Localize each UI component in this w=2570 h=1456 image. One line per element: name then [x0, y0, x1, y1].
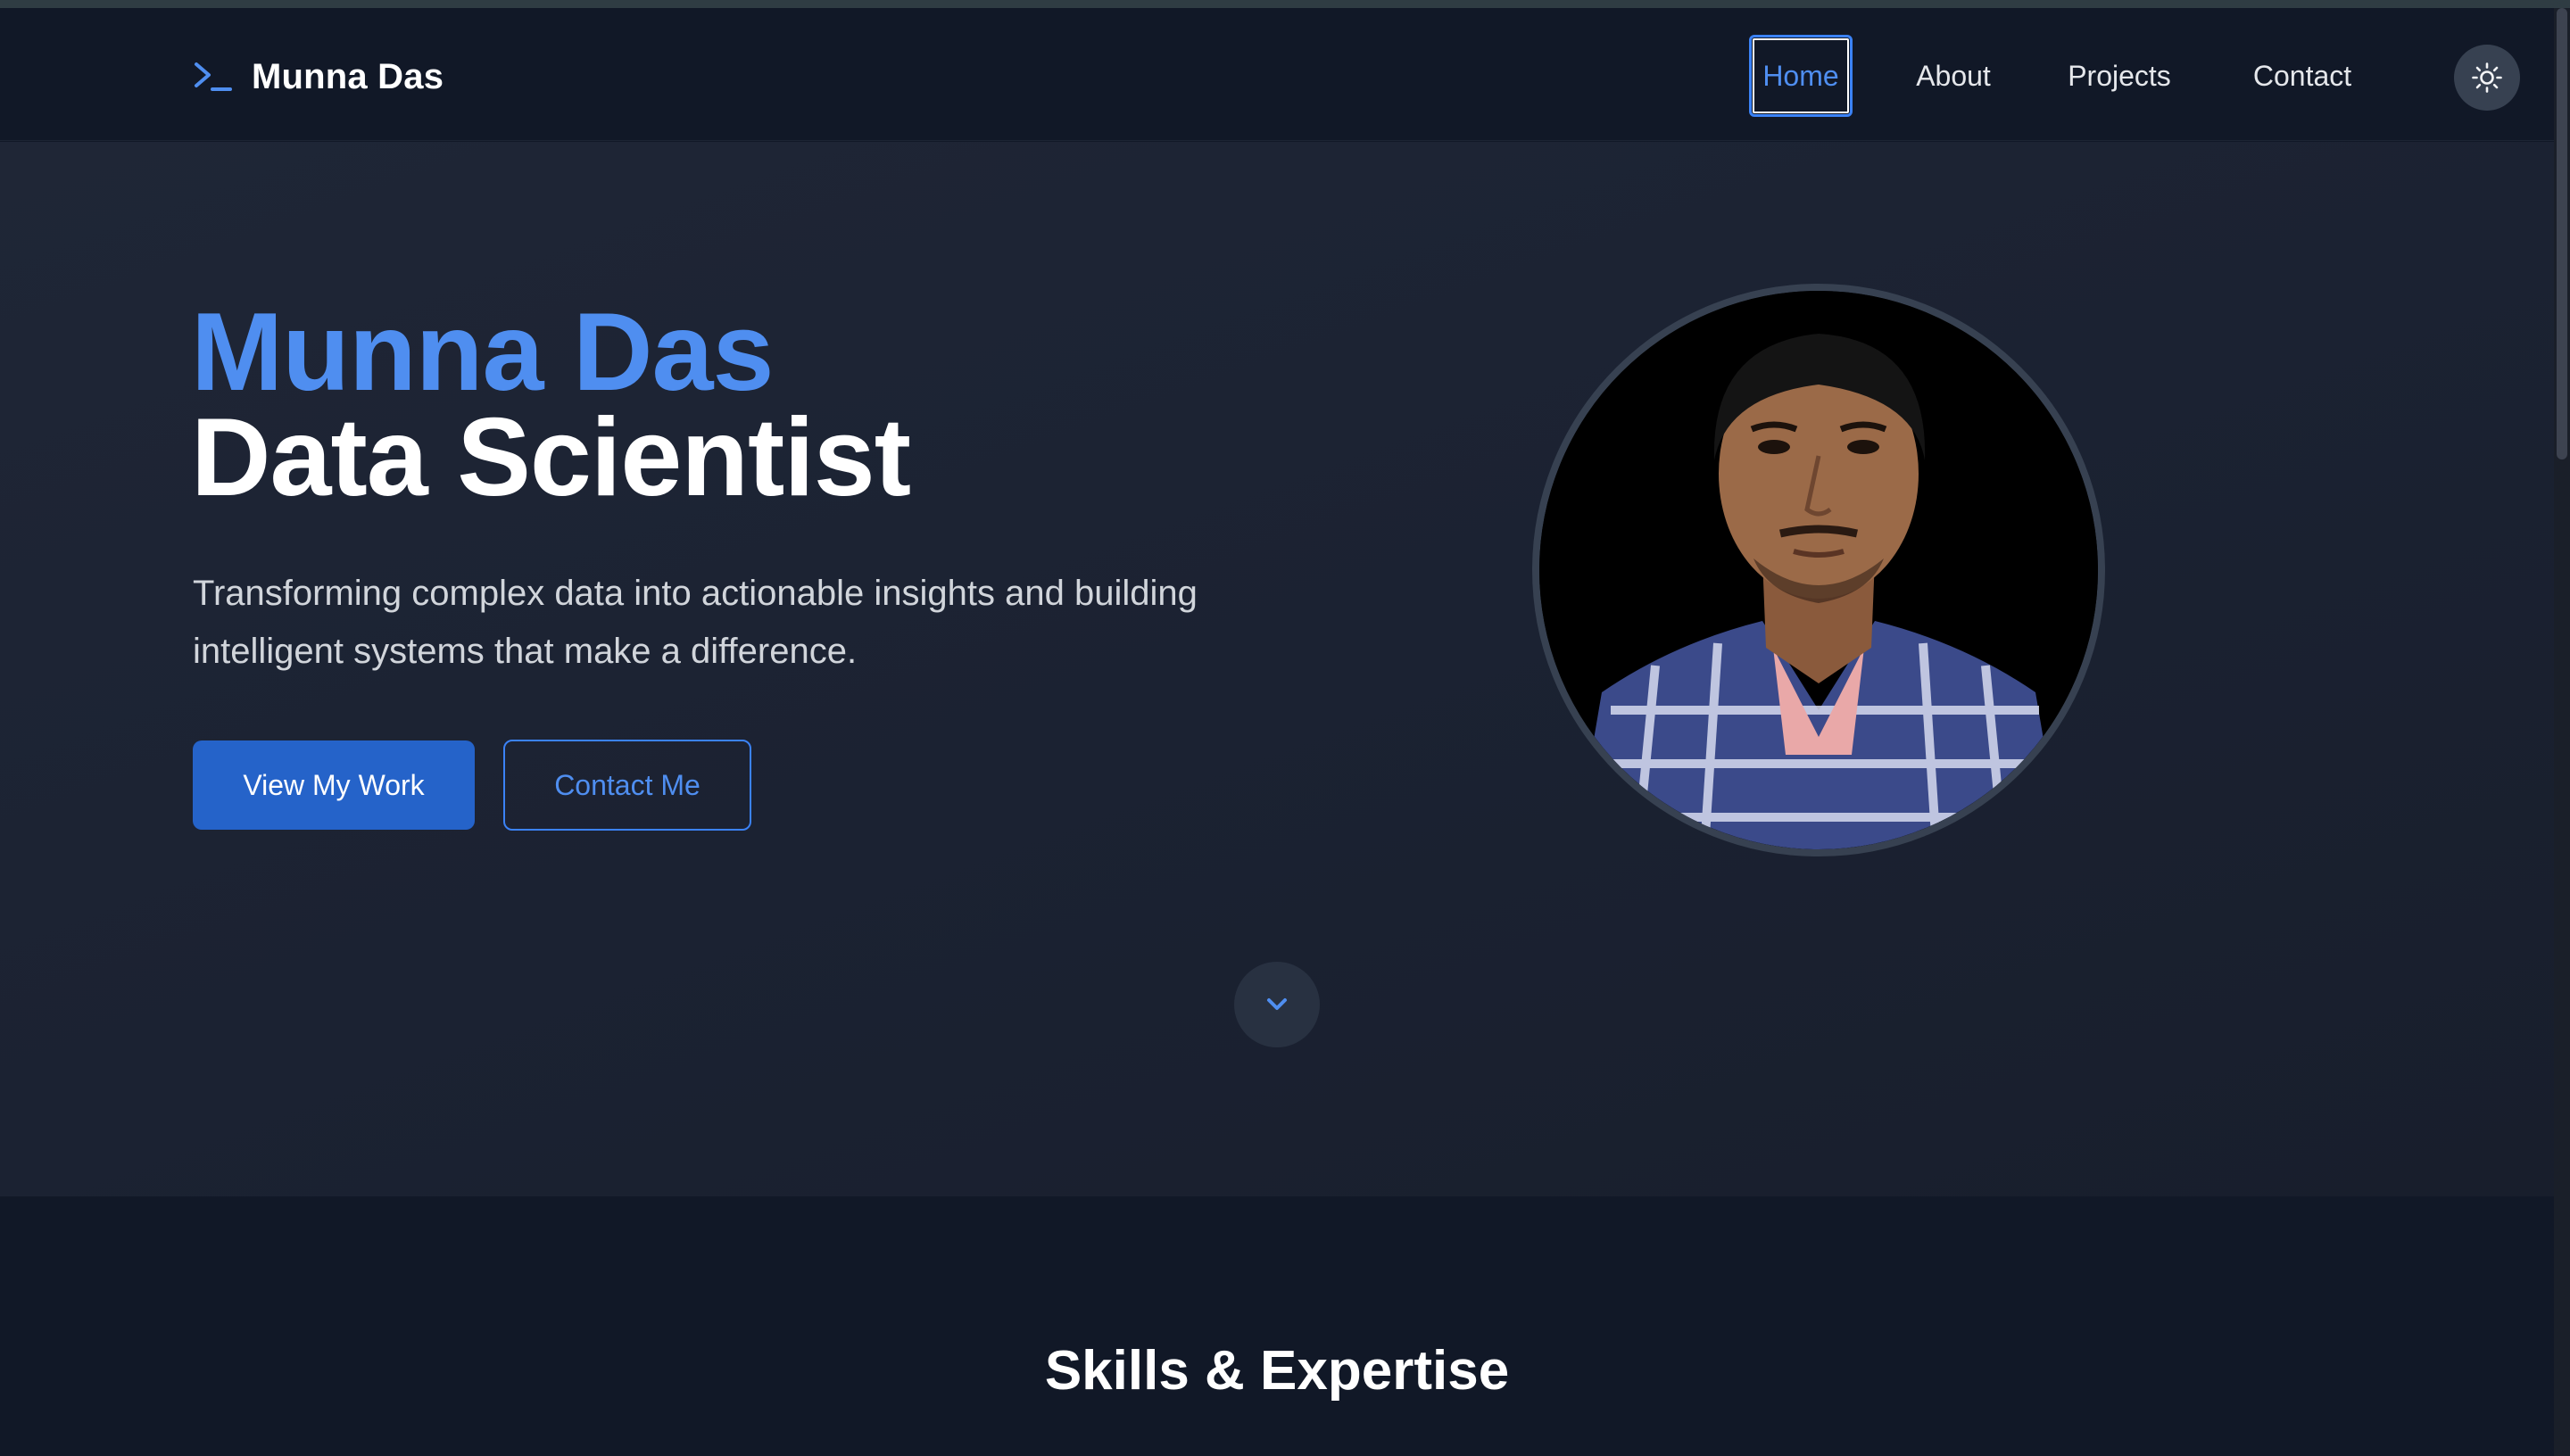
- hero-role: Data Scientist: [191, 396, 911, 519]
- window-top-border: [0, 0, 2570, 8]
- profile-photo: [1532, 284, 2105, 856]
- brand-logo[interactable]: Munna Das: [193, 54, 444, 99]
- profile-photo-illustration: [1539, 291, 2098, 849]
- page-scrollbar[interactable]: [2554, 8, 2570, 1456]
- theme-toggle-button[interactable]: [2454, 45, 2520, 111]
- navbar: Munna Das Home About Projects Contact: [0, 8, 2554, 141]
- sun-icon: [2472, 62, 2502, 93]
- scroll-down-button[interactable]: [1234, 962, 1320, 1047]
- skills-section: Skills & Expertise: [0, 1196, 2554, 1456]
- nav-link-about[interactable]: About: [1901, 35, 2006, 117]
- scrollbar-thumb[interactable]: [2557, 8, 2567, 459]
- brand-name: Munna Das: [252, 56, 444, 96]
- nav-link-contact[interactable]: Contact: [2236, 35, 2368, 117]
- hero-section: Munna Das Data Scientist Transforming co…: [0, 142, 2554, 1196]
- hero-name: Munna Das: [191, 291, 774, 414]
- view-my-work-button[interactable]: View My Work: [193, 740, 475, 830]
- terminal-icon: [195, 62, 232, 91]
- nav-link-projects[interactable]: Projects: [2052, 35, 2186, 117]
- nav-link-home[interactable]: Home: [1749, 35, 1853, 117]
- chevron-down-icon: [1267, 998, 1287, 1010]
- hero-description: Transforming complex data into actionabl…: [193, 574, 1198, 671]
- skills-title: Skills & Expertise: [1044, 1340, 1510, 1402]
- contact-me-button[interactable]: Contact Me: [503, 740, 751, 831]
